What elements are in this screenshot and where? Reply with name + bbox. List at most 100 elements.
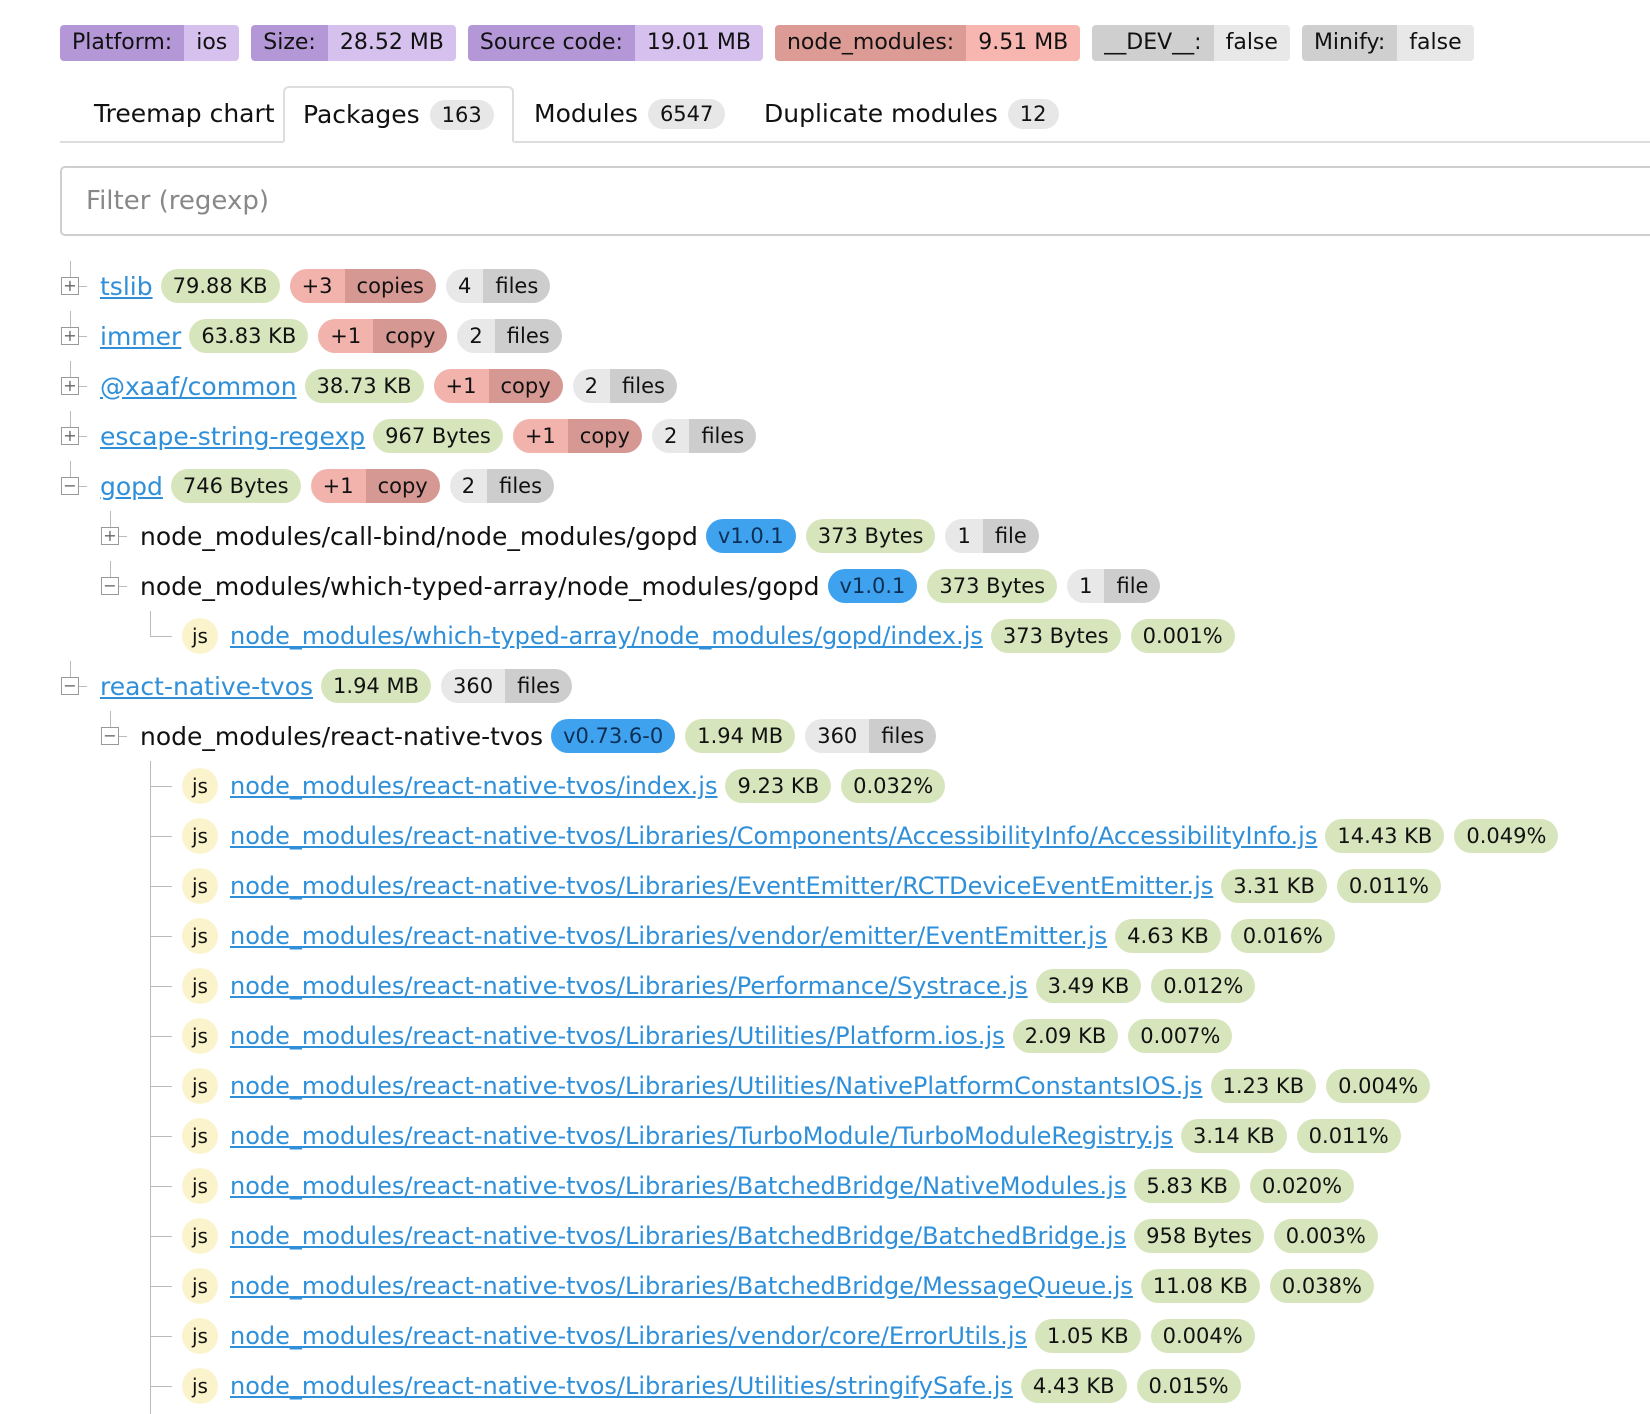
copies-badge: +1 copy <box>512 419 642 453</box>
expand-toggle-icon[interactable]: + <box>61 427 79 445</box>
files-badge-label: file <box>982 519 1039 553</box>
files-badge-label: files <box>487 469 555 503</box>
tab-label: Modules <box>534 99 638 128</box>
file-row: js node_modules/which-typed-array/node_mo… <box>182 611 1245 661</box>
file-link[interactable]: node_modules/react-native-tvos/Libraries… <box>230 1122 1173 1150</box>
size-badge: 38.73 KB <box>304 369 424 403</box>
filter-input[interactable] <box>62 168 1650 234</box>
file-link[interactable]: node_modules/react-native-tvos/Libraries… <box>230 1072 1203 1100</box>
platform-badge: Platform: ios <box>60 25 240 61</box>
size-value: 28.52 MB <box>327 25 456 61</box>
node-modules-badge: node_modules: 9.51 MB <box>774 25 1081 61</box>
file-link[interactable]: node_modules/react-native-tvos/Libraries… <box>230 1272 1133 1300</box>
file-link[interactable]: node_modules/react-native-tvos/index.js <box>230 772 717 800</box>
files-badge: 1 file <box>1067 569 1161 603</box>
percent-badge: 0.016% <box>1230 919 1335 953</box>
percent-badge: 0.032% <box>841 769 946 803</box>
package-link[interactable]: react-native-tvos <box>100 672 313 701</box>
size-badge: 1.94 MB <box>685 719 796 753</box>
percent-badge: 0.004% <box>1326 1069 1431 1103</box>
file-link[interactable]: node_modules/react-native-tvos/Libraries… <box>230 922 1107 950</box>
tree-guide-line <box>150 836 172 837</box>
copies-badge-count: +1 <box>512 419 568 453</box>
tree-guide-line <box>70 311 71 327</box>
tree-guide-line <box>79 686 87 687</box>
dev-value: false <box>1213 25 1290 61</box>
platform-value: ios <box>184 25 240 61</box>
files-badge: 360 files <box>805 719 937 753</box>
tab-modules[interactable]: Modules 6547 <box>534 86 726 141</box>
expand-toggle-icon[interactable]: + <box>101 527 119 545</box>
tree-guide-line <box>79 336 87 337</box>
minify-value: false <box>1397 25 1474 61</box>
js-file-icon: js <box>182 768 218 804</box>
collapse-toggle-icon[interactable]: − <box>61 477 79 495</box>
dev-key: __DEV__: <box>1092 25 1214 61</box>
file-link[interactable]: node_modules/react-native-tvos/Libraries… <box>230 1172 1126 1200</box>
collapse-toggle-icon[interactable]: − <box>61 677 79 695</box>
tree-guide-line <box>150 1186 172 1187</box>
size-badge: 63.83 KB <box>189 319 309 353</box>
size-badge: 9.23 KB <box>725 769 832 803</box>
js-file-icon: js <box>182 868 218 904</box>
tree-guide-line <box>150 611 151 636</box>
file-link[interactable]: node_modules/react-native-tvos/Libraries… <box>230 872 1213 900</box>
file-link[interactable]: node_modules/react-native-tvos/Libraries… <box>230 1222 1126 1250</box>
tab-count-badge: 12 <box>1007 98 1059 129</box>
percent-badge: 0.020% <box>1249 1169 1355 1203</box>
files-badge: 2 files <box>457 319 562 353</box>
tab-duplicate-modules[interactable]: Duplicate modules 12 <box>764 86 1059 141</box>
copies-badge-count: +1 <box>433 369 489 403</box>
tree-guide-line <box>150 936 172 937</box>
files-badge-count: 2 <box>572 369 611 403</box>
version-badge: v1.0.1 <box>827 569 918 603</box>
copies-badge: +1 copy <box>433 369 563 403</box>
size-badge: 373 Bytes <box>805 519 936 553</box>
size-badge: 4.43 KB <box>1020 1369 1127 1403</box>
package-link[interactable]: gopd <box>100 472 163 501</box>
tree-guide-line <box>150 786 172 787</box>
package-link[interactable]: escape-string-regexp <box>100 422 365 451</box>
size-key: Size: <box>251 25 328 61</box>
file-link[interactable]: node_modules/react-native-tvos/Libraries… <box>230 1022 1005 1050</box>
tab-packages[interactable]: Packages 163 <box>283 86 514 143</box>
js-file-icon: js <box>182 818 218 854</box>
file-row: js node_modules/react-native-tvos/Librari… <box>182 1211 1388 1261</box>
minify-key: Minify: <box>1301 25 1398 61</box>
node-modules-key: node_modules: <box>774 25 967 61</box>
copies-badge-label: copies <box>344 269 436 303</box>
expand-toggle-icon[interactable]: + <box>61 327 79 345</box>
tree-guide-line <box>150 1386 172 1387</box>
tab-treemap-chart[interactable]: Treemap chart <box>94 86 275 141</box>
version-badge: v1.0.1 <box>705 519 796 553</box>
size-badge: Size: 28.52 MB <box>251 25 456 61</box>
js-file-icon: js <box>182 1118 218 1154</box>
tree-guide-line <box>119 536 127 537</box>
package-link[interactable]: tslib <box>100 272 153 301</box>
package-link[interactable]: @xaaf/common <box>100 372 297 401</box>
tree-guide-line <box>150 886 172 887</box>
file-row: js node_modules/react-native-tvos/Librari… <box>182 1311 1265 1361</box>
tree-guide-line <box>150 761 151 1414</box>
collapse-toggle-icon[interactable]: − <box>101 727 119 745</box>
copies-badge-count: +1 <box>318 319 374 353</box>
collapse-toggle-icon[interactable]: − <box>101 577 119 595</box>
file-link[interactable]: node_modules/react-native-tvos/Libraries… <box>230 822 1317 850</box>
tree-guide-line <box>79 286 87 287</box>
package-link[interactable]: immer <box>100 322 181 351</box>
expand-toggle-icon[interactable]: + <box>61 277 79 295</box>
file-link[interactable]: node_modules/react-native-tvos/Libraries… <box>230 972 1028 1000</box>
size-badge: 5.83 KB <box>1134 1169 1240 1203</box>
tree-guide-line <box>79 486 87 487</box>
package-row-gopd: gopd 746 Bytes +1 copy 2 files <box>100 461 564 511</box>
files-badge-count: 1 <box>945 519 983 553</box>
tree-guide-line <box>150 986 172 987</box>
files-badge-label: files <box>610 369 677 403</box>
tree-guide-line <box>70 661 71 677</box>
file-link[interactable]: node_modules/react-native-tvos/Libraries… <box>230 1322 1027 1350</box>
file-link[interactable]: node_modules/react-native-tvos/Libraries… <box>230 1372 1013 1400</box>
size-badge: 4.63 KB <box>1115 919 1221 953</box>
source-code-badge: Source code: 19.01 MB <box>467 25 763 61</box>
file-link[interactable]: node_modules/which-typed-array/node_modu… <box>230 622 983 650</box>
expand-toggle-icon[interactable]: + <box>61 377 79 395</box>
